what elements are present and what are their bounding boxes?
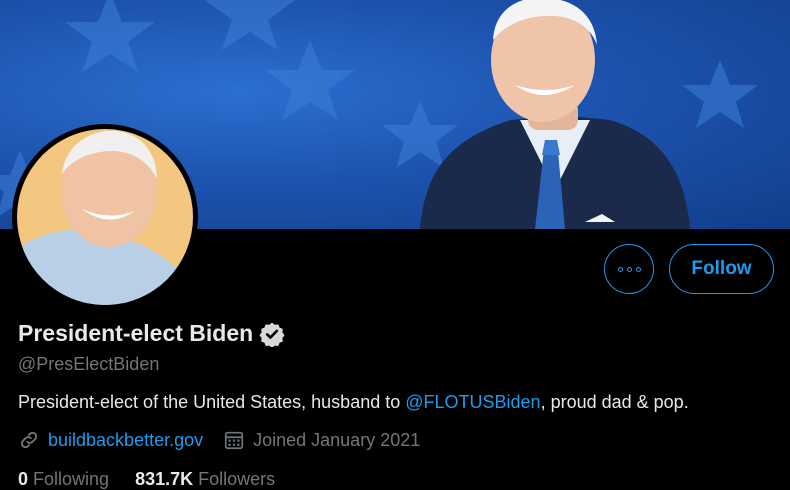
calendar-icon	[225, 431, 244, 450]
more-horizontal-icon	[617, 266, 623, 272]
bio-text: President-elect of the United States, hu…	[18, 392, 406, 412]
following-label: Following	[33, 469, 110, 489]
profile-stats: 0 Following 831.7K Followers	[18, 469, 275, 490]
website-link[interactable]: buildbackbetter.gov	[48, 430, 203, 451]
following-stat[interactable]: 0 Following	[18, 469, 109, 489]
bio-text-end: , proud dad & pop.	[540, 392, 689, 412]
more-horizontal-icon	[635, 266, 641, 272]
profile-bio: President-elect of the United States, hu…	[18, 392, 689, 413]
more-options-button[interactable]	[604, 244, 654, 294]
profile-avatar[interactable]	[12, 124, 198, 310]
followers-label: Followers	[198, 469, 276, 489]
join-date: Joined January 2021	[253, 429, 421, 450]
followers-count: 831.7K	[135, 469, 194, 489]
following-count: 0	[18, 469, 29, 489]
profile-name-row: President-elect Biden	[18, 320, 285, 347]
more-horizontal-icon	[626, 266, 632, 272]
profile-name: President-elect Biden	[18, 320, 254, 346]
avatar-image	[17, 129, 193, 305]
link-icon	[20, 431, 38, 449]
bio-mention-link[interactable]: @FLOTUSBiden	[405, 392, 540, 412]
profile-meta: buildbackbetter.gov Joined January 2021	[18, 429, 420, 451]
profile-handle: @PresElectBiden	[18, 354, 160, 374]
follow-button[interactable]: Follow	[669, 244, 774, 294]
verified-badge-icon[interactable]	[259, 321, 285, 347]
followers-stat[interactable]: 831.7K Followers	[135, 469, 275, 489]
